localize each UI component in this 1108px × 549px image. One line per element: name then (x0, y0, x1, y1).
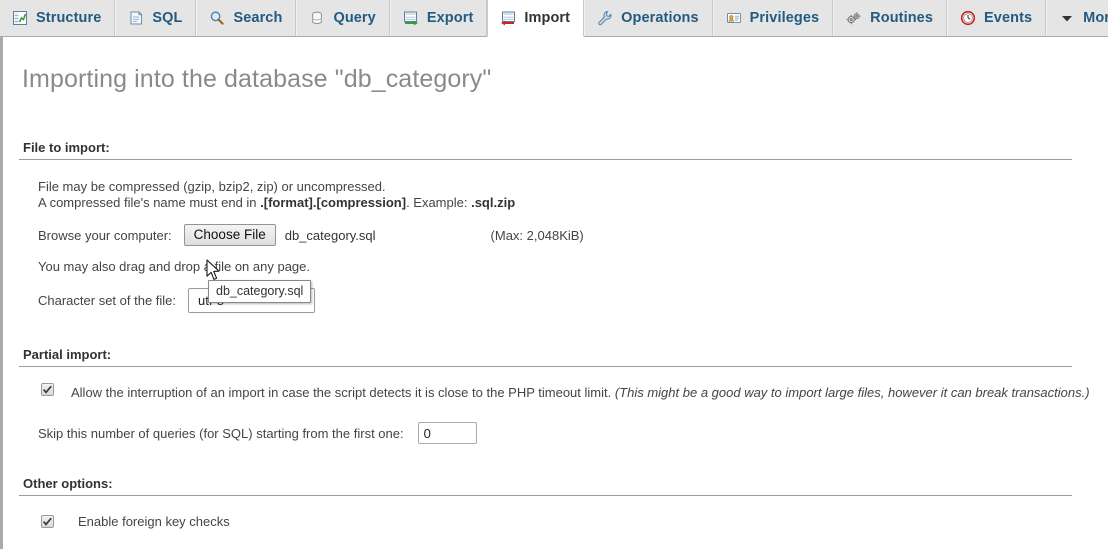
chevron-down-icon (1058, 9, 1076, 27)
search-icon (208, 9, 226, 27)
tab-routines[interactable]: Routines (833, 0, 948, 36)
compression-line-1: File may be compressed (gzip, bzip2, zip… (38, 179, 386, 194)
file-to-import-legend: File to import: (19, 140, 1072, 160)
line2-format-token: .[format].[compression] (260, 194, 407, 210)
file-to-import-section: File to import: File may be compressed (… (19, 94, 1108, 313)
compression-line-2: A compressed file's name must end in .[f… (38, 195, 1108, 211)
checkmark-icon (42, 385, 52, 394)
tab-label: SQL (152, 10, 183, 26)
tab-label: Query (333, 10, 376, 26)
tab-label: Operations (621, 10, 699, 26)
privileges-icon (725, 9, 743, 27)
checkmark-icon (42, 517, 52, 526)
skip-queries-row: Skip this number of queries (for SQL) st… (19, 422, 1108, 444)
page-content: Importing into the database "db_category… (0, 37, 1108, 549)
charset-label: Character set of the file: (38, 293, 177, 308)
query-icon (308, 9, 326, 27)
drag-drop-row: You may also drag and drop a file on any… (19, 259, 1108, 274)
tab-import[interactable]: Import (487, 0, 585, 37)
allow-interruption-row: Allow the interruption of an import in c… (19, 383, 1108, 402)
tab-operations[interactable]: Operations (584, 0, 713, 36)
charset-row: Character set of the file: utf-8 ▼ (19, 288, 1108, 313)
tab-export[interactable]: Export (389, 0, 488, 36)
tab-structure[interactable]: Structure (0, 0, 116, 36)
tab-label: Events (984, 10, 1033, 26)
line2-example-token: .sql.zip (471, 194, 516, 210)
tab-label: Search (233, 10, 283, 26)
compression-help-text: File may be compressed (gzip, bzip2, zip… (19, 179, 1108, 210)
partial-import-legend: Partial import: (19, 347, 1072, 367)
tab-label: Structure (36, 10, 102, 26)
import-form: File to import: File may be compressed (… (3, 94, 1108, 529)
main-tab-bar: Structure SQL Search Query Export Import… (0, 0, 1108, 37)
drag-drop-text: You may also drag and drop a file on any… (38, 259, 310, 274)
tab-search[interactable]: Search (196, 0, 297, 36)
browse-file-row: Browse your computer: Choose File db_cat… (19, 224, 1108, 246)
allow-interruption-note: (This might be a good way to import larg… (614, 385, 1090, 400)
max-upload-size: (Max: 2,048KiB) (490, 227, 584, 243)
allow-interruption-main-text: Allow the interruption of an import in c… (71, 385, 615, 400)
page-title: Importing into the database "db_category… (22, 65, 492, 93)
file-name-tooltip: db_category.sql (208, 280, 312, 303)
top-menu-container: Structure SQL Search Query Export Import… (0, 0, 1108, 37)
tab-events[interactable]: Events (947, 0, 1047, 36)
sql-icon (127, 9, 145, 27)
choose-file-button[interactable]: Choose File (183, 224, 276, 246)
tab-label: Export (426, 10, 474, 26)
selected-file-name: db_category.sql (284, 227, 376, 243)
tab-label: Privileges (749, 10, 820, 26)
export-icon (402, 9, 420, 27)
skip-queries-input[interactable]: 0 (417, 422, 477, 444)
tab-privileges[interactable]: Privileges (712, 0, 834, 36)
other-options-section: Other options: Enable foreign key checks (19, 444, 1108, 529)
allow-interruption-label: Allow the interruption of an import in c… (71, 383, 1090, 402)
foreign-key-label: Enable foreign key checks (78, 514, 230, 529)
allow-interruption-checkbox[interactable] (41, 383, 54, 396)
tab-query[interactable]: Query (296, 0, 390, 36)
structure-icon (11, 9, 29, 27)
tab-label: Routines (870, 10, 934, 26)
routines-icon (845, 9, 863, 27)
tab-sql[interactable]: SQL (115, 0, 197, 36)
tab-label: Import (524, 10, 571, 26)
foreign-key-row: Enable foreign key checks (19, 514, 1108, 529)
wrench-icon (596, 9, 614, 27)
clock-icon (959, 9, 977, 27)
line2-mid: . Example: (406, 194, 472, 210)
import-icon (499, 9, 517, 27)
tab-more[interactable]: More (1046, 0, 1108, 36)
browse-label: Browse your computer: (38, 227, 172, 243)
skip-queries-label: Skip this number of queries (for SQL) st… (38, 425, 404, 441)
partial-import-section: Partial import: Allow the interruption o… (19, 313, 1108, 444)
tab-label: More (1083, 10, 1108, 26)
other-options-legend: Other options: (19, 476, 1072, 496)
line2-prefix: A compressed file's name must end in (38, 194, 261, 210)
foreign-key-checkbox[interactable] (41, 515, 54, 528)
